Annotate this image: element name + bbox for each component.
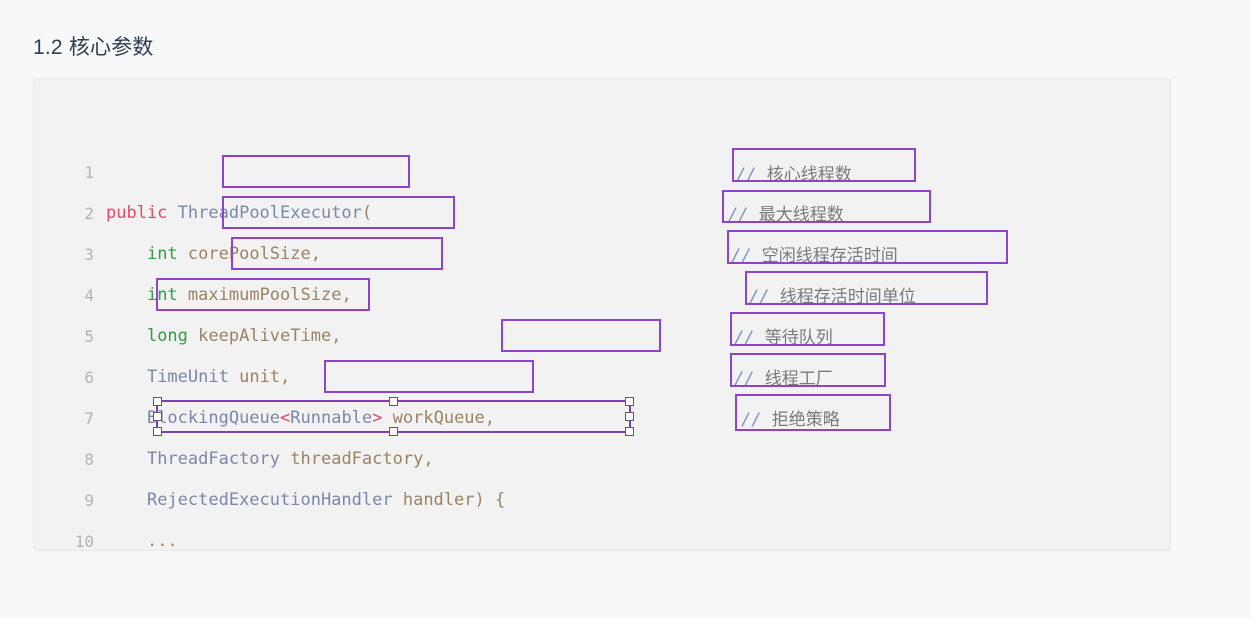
annotation-box-rejected-execution-handler-selected[interactable] [153,397,634,436]
annotation-box-work-queue[interactable] [501,319,661,352]
code-line-text: ... [146,531,178,551]
annotation-box-time-unit[interactable] [156,278,370,311]
resize-handle-s[interactable] [389,427,398,436]
resize-handle-se[interactable] [625,427,634,436]
page-title: 1.2 核心参数 [33,36,154,60]
annotation-box-comment-reject-policy[interactable] [735,394,891,431]
annotation-box-comment-thread-factory[interactable] [730,353,886,387]
annotation-box-comment-idle-keepalive[interactable] [727,230,1008,264]
resize-handle-nw[interactable] [153,397,162,406]
line-number: 10 [74,532,94,551]
annotation-box-comment-keepalive-unit[interactable] [745,271,988,305]
code-content: 1 public ThreadPoolExecutor( 2 int coreP… [34,79,1170,550]
resize-handle-ne[interactable] [625,397,634,406]
resize-handle-w[interactable] [153,412,162,421]
code-line: 7 ThreadFactory threadFactory, [34,357,1170,469]
resize-handle-sw[interactable] [153,427,162,436]
code-block: 1 public ThreadPoolExecutor( 2 int coreP… [33,78,1171,551]
code-line: 10 } [34,480,1170,550]
resize-handle-n[interactable] [389,397,398,406]
annotation-box-comment-max-threads[interactable] [722,190,931,223]
annotation-box-core-pool-size[interactable] [222,155,410,188]
code-line: 2 int corePoolSize, [34,152,1170,264]
code-line: 1 public ThreadPoolExecutor( [34,111,1170,223]
annotation-box-maximum-pool-size[interactable] [222,196,455,229]
annotation-box-comment-core-threads[interactable] [732,148,916,182]
annotation-box-comment-work-queue[interactable] [730,312,885,346]
code-line: 3 int maximumPoolSize, [34,193,1170,305]
annotation-box-thread-factory[interactable] [324,360,534,393]
code-line: 9 ... [34,439,1170,550]
annotation-box-keep-alive-time[interactable] [231,237,443,270]
resize-handle-e[interactable] [625,412,634,421]
